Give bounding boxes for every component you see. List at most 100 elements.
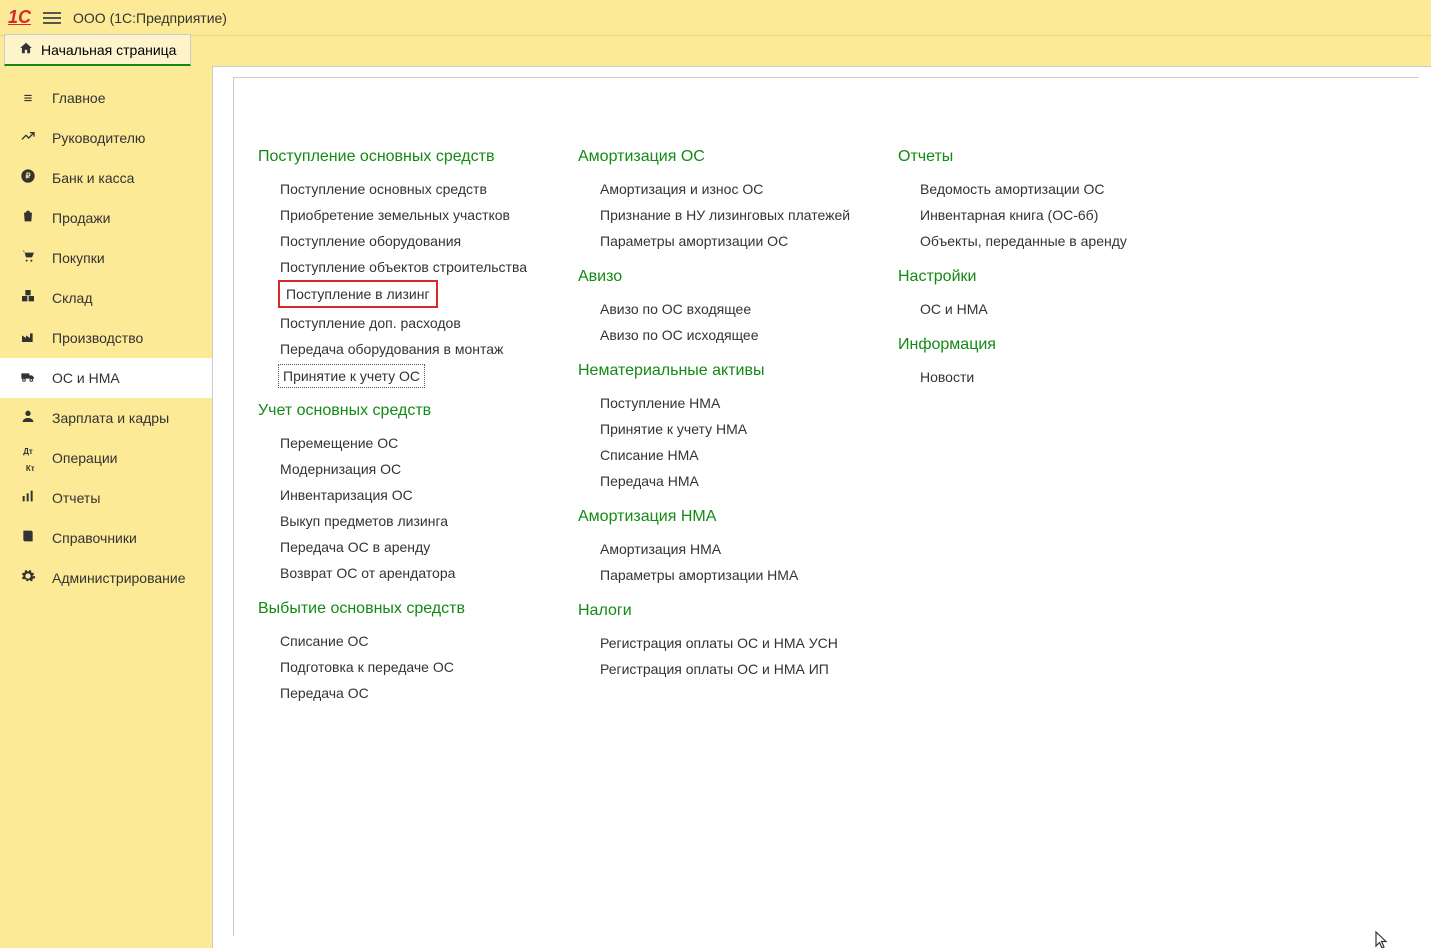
sidebar-item-bank[interactable]: ₽ Банк и касса <box>0 158 212 198</box>
link-item[interactable]: Амортизация НМА <box>578 536 858 562</box>
group-heading[interactable]: Амортизация ОС <box>578 148 858 166</box>
link-item[interactable]: Ведомость амортизации ОС <box>898 176 1178 202</box>
link-item[interactable]: Поступление объектов строительства <box>258 254 538 280</box>
list-icon: ≡ <box>18 90 38 107</box>
tab-bar: Начальная страница <box>0 36 1431 66</box>
link-item[interactable]: Инвентаризация ОС <box>258 482 538 508</box>
dtkt-icon: Дт Кт <box>18 441 38 475</box>
cart-icon <box>18 248 38 268</box>
sidebar-item-warehouse[interactable]: Склад <box>0 278 212 318</box>
link-item[interactable]: Передача оборудования в монтаж <box>258 336 538 362</box>
link-item[interactable]: Списание ОС <box>258 628 538 654</box>
sidebar-item-label: Справочники <box>52 530 137 546</box>
column-2: Амортизация ОС Амортизация и износ ОС Пр… <box>578 148 858 706</box>
sidebar-item-os-nma[interactable]: ОС и НМА <box>0 358 212 398</box>
link-item[interactable]: Авизо по ОС входящее <box>578 296 858 322</box>
gear-icon <box>18 568 38 588</box>
link-item[interactable]: Выкуп предметов лизинга <box>258 508 538 534</box>
sidebar-item-label: Операции <box>52 450 118 466</box>
sidebar-item-label: ОС и НМА <box>52 370 120 386</box>
link-item[interactable]: Поступление доп. расходов <box>258 310 538 336</box>
link-item[interactable]: Передача ОС <box>258 680 538 706</box>
chart-up-icon <box>18 128 38 148</box>
group-heading[interactable]: Нематериальные активы <box>578 362 858 380</box>
group-heading[interactable]: Отчеты <box>898 148 1178 166</box>
boxes-icon <box>18 288 38 308</box>
link-item[interactable]: Поступление НМА <box>578 390 858 416</box>
bag-icon <box>18 208 38 228</box>
person-icon <box>18 408 38 428</box>
sidebar-item-hr[interactable]: Зарплата и кадры <box>0 398 212 438</box>
section-panel: Поступление основных средств Поступление… <box>233 77 1419 936</box>
link-item[interactable]: Регистрация оплаты ОС и НМА ИП <box>578 656 858 682</box>
link-item[interactable]: Признание в НУ лизинговых платежей <box>578 202 858 228</box>
link-item[interactable]: Объекты, переданные в аренду <box>898 228 1178 254</box>
content-area: Поступление основных средств Поступление… <box>212 66 1431 948</box>
window-title: ООО (1С:Предприятие) <box>73 10 227 26</box>
link-item[interactable]: Принятие к учету НМА <box>578 416 858 442</box>
link-item[interactable]: Модернизация ОС <box>258 456 538 482</box>
tab-home-label: Начальная страница <box>41 42 176 58</box>
topbar: 1C ООО (1С:Предприятие) <box>0 0 1431 36</box>
group-heading[interactable]: Амортизация НМА <box>578 508 858 526</box>
link-item[interactable]: Параметры амортизации НМА <box>578 562 858 588</box>
sidebar-item-main[interactable]: ≡ Главное <box>0 78 212 118</box>
group-heading[interactable]: Авизо <box>578 268 858 286</box>
link-item[interactable]: Перемещение ОС <box>258 430 538 456</box>
link-item[interactable]: Подготовка к передаче ОС <box>258 654 538 680</box>
sidebar-item-label: Главное <box>52 90 106 106</box>
link-item[interactable]: Списание НМА <box>578 442 858 468</box>
sidebar-item-production[interactable]: Производство <box>0 318 212 358</box>
sidebar-item-label: Производство <box>52 330 143 346</box>
book-icon <box>18 528 38 548</box>
sidebar-item-directories[interactable]: Справочники <box>0 518 212 558</box>
link-item[interactable]: Поступление основных средств <box>258 176 538 202</box>
link-item[interactable]: Параметры амортизации ОС <box>578 228 858 254</box>
link-item[interactable]: Регистрация оплаты ОС и НМА УСН <box>578 630 858 656</box>
truck-icon <box>18 368 38 388</box>
link-item[interactable]: Амортизация и износ ОС <box>578 176 858 202</box>
home-icon <box>19 41 33 58</box>
sidebar-item-label: Покупки <box>52 250 105 266</box>
factory-icon <box>18 328 38 348</box>
ruble-icon: ₽ <box>18 168 38 188</box>
column-1: Поступление основных средств Поступление… <box>258 148 538 706</box>
link-leasing-highlighted[interactable]: Поступление в лизинг <box>278 280 438 308</box>
group-heading[interactable]: Информация <box>898 336 1178 354</box>
sidebar: ≡ Главное Руководителю ₽ Банк и касса Пр… <box>0 66 212 948</box>
tab-home[interactable]: Начальная страница <box>4 34 191 66</box>
sidebar-item-label: Руководителю <box>52 130 145 146</box>
sidebar-item-manager[interactable]: Руководителю <box>0 118 212 158</box>
sidebar-item-label: Зарплата и кадры <box>52 410 169 426</box>
sidebar-item-reports[interactable]: Отчеты <box>0 478 212 518</box>
link-item[interactable]: Возврат ОС от арендатора <box>258 560 538 586</box>
sidebar-item-sales[interactable]: Продажи <box>0 198 212 238</box>
sidebar-item-label: Продажи <box>52 210 110 226</box>
svg-text:₽: ₽ <box>25 172 30 181</box>
link-item[interactable]: Авизо по ОС исходящее <box>578 322 858 348</box>
sidebar-item-operations[interactable]: Дт Кт Операции <box>0 438 212 478</box>
sidebar-item-admin[interactable]: Администрирование <box>0 558 212 598</box>
sidebar-item-label: Склад <box>52 290 93 306</box>
link-item[interactable]: Инвентарная книга (ОС-6б) <box>898 202 1178 228</box>
group-heading[interactable]: Выбытие основных средств <box>258 600 538 618</box>
group-heading[interactable]: Налоги <box>578 602 858 620</box>
group-heading[interactable]: Учет основных средств <box>258 402 538 420</box>
link-item[interactable]: ОС и НМА <box>898 296 1178 322</box>
link-item[interactable]: Передача ОС в аренду <box>258 534 538 560</box>
link-item[interactable]: Приобретение земельных участков <box>258 202 538 228</box>
sidebar-item-label: Отчеты <box>52 490 100 506</box>
main-menu-icon[interactable] <box>43 9 61 27</box>
sidebar-item-label: Банк и касса <box>52 170 134 186</box>
logo-1c: 1C <box>8 7 31 28</box>
group-heading[interactable]: Настройки <box>898 268 1178 286</box>
link-item[interactable]: Поступление оборудования <box>258 228 538 254</box>
sidebar-item-label: Администрирование <box>52 570 186 586</box>
mouse-cursor-icon <box>1374 930 1390 948</box>
sidebar-item-purchases[interactable]: Покупки <box>0 238 212 278</box>
group-heading[interactable]: Поступление основных средств <box>258 148 538 166</box>
link-accept-os-focused[interactable]: Принятие к учету ОС <box>278 364 425 388</box>
link-item[interactable]: Новости <box>898 364 1178 390</box>
link-item[interactable]: Передача НМА <box>578 468 858 494</box>
bars-icon <box>18 488 38 508</box>
